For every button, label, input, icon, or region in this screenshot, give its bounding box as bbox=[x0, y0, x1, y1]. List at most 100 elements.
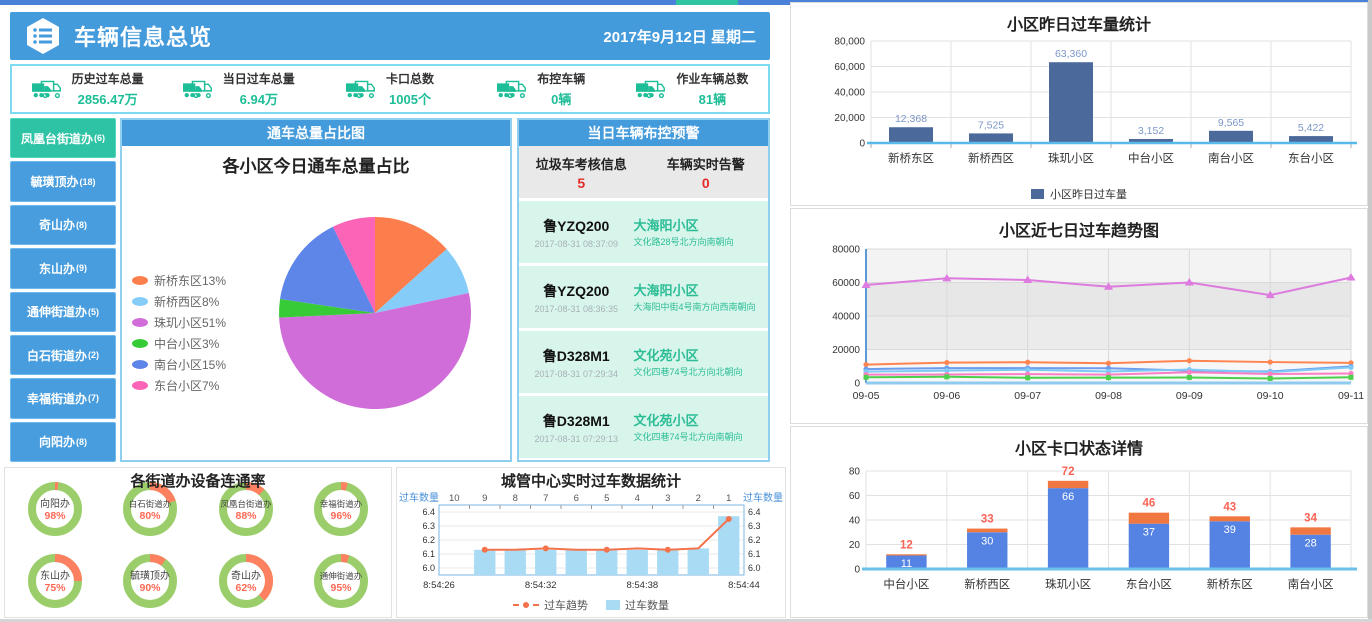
rect-shape bbox=[1129, 513, 1169, 524]
pie-legend-item[interactable]: 南台小区15% bbox=[132, 354, 226, 375]
text-shape: 88% bbox=[235, 510, 257, 522]
text-shape: 0 bbox=[854, 379, 860, 390]
text-shape: 奇山办 bbox=[231, 569, 261, 582]
circle-shape bbox=[55, 94, 59, 98]
donut-grid: 向阳办98%白石街道办80%凤凰台街道办88%幸福街道办96%东山办75%毓璜顶… bbox=[7, 474, 389, 617]
truck-icon bbox=[183, 77, 215, 101]
legend-item-volume[interactable]: 过车数量 bbox=[606, 597, 669, 613]
truck-icon bbox=[32, 77, 64, 101]
sidebar-item-yuhuangding[interactable]: 毓璜顶办(18) bbox=[10, 161, 116, 201]
text-shape: 09-05 bbox=[853, 390, 880, 402]
sidebar-item-label: 白石街道办 bbox=[27, 347, 87, 364]
realtime-alert-summary: 车辆实时告警 0 bbox=[644, 146, 769, 198]
plate-number: 鲁YZQ200 bbox=[543, 281, 609, 301]
pie-legend-item[interactable]: 新桥东区13% bbox=[132, 270, 226, 291]
pie-legend-item[interactable]: 东台小区7% bbox=[132, 375, 226, 396]
sidebar-item-xingfu[interactable]: 幸福街道办(7) bbox=[10, 378, 116, 418]
pie-legend-item[interactable]: 珠玑小区51% bbox=[132, 312, 226, 333]
sidebar-item-xiangyang[interactable]: 向阳办(8) bbox=[10, 422, 116, 462]
alert-list-item[interactable]: 鲁YZQ2002017-08-31 08:36:35 大海阳小区大海阳中街4号南… bbox=[519, 266, 768, 328]
rect-shape bbox=[967, 529, 1007, 533]
sidebar-item-count: (2) bbox=[88, 350, 99, 360]
circle-shape bbox=[196, 93, 200, 97]
text-shape: 向阳办 bbox=[40, 497, 70, 510]
text-shape: 6.0 bbox=[748, 563, 761, 573]
stat-value: 1005个 bbox=[389, 89, 431, 108]
summary-label: 车辆实时告警 bbox=[667, 154, 745, 173]
rect-shape bbox=[497, 83, 509, 91]
rect-shape bbox=[1106, 375, 1111, 380]
stat-today-total: 当日过车总量6.94万 bbox=[163, 66, 314, 112]
text-shape: 09-10 bbox=[1257, 390, 1284, 402]
alerts-panel-header: 当日车辆布控预警 bbox=[519, 120, 768, 146]
legend-marker bbox=[132, 276, 148, 285]
sidebar-item-label: 毓璜顶办 bbox=[30, 173, 78, 190]
legend-label: 小区昨日过车量 bbox=[1050, 186, 1127, 202]
text-shape: 中台小区 bbox=[883, 577, 929, 591]
rect-shape bbox=[944, 374, 949, 379]
bar-legend-icon bbox=[606, 600, 620, 610]
rect-shape bbox=[39, 35, 52, 38]
text-shape: 6.3 bbox=[748, 521, 761, 531]
alert-address: 文化四巷74号北方向南朝向 bbox=[634, 432, 764, 443]
alert-address: 文化四巷74号北方向北朝向 bbox=[634, 367, 764, 378]
rect-shape bbox=[1349, 375, 1354, 380]
text-shape: 80% bbox=[140, 510, 162, 522]
circle-shape bbox=[33, 34, 37, 38]
text-shape: 6.4 bbox=[748, 507, 761, 517]
page-title: 车辆信息总览 bbox=[74, 20, 603, 52]
checkpoint-status-chart: 806040200111230336672374639432834中台小区新桥西… bbox=[791, 459, 1367, 609]
yesterday-volume-chart: 80,00060,00040,00020,000012,3687,52563,3… bbox=[791, 35, 1367, 179]
circle-shape bbox=[39, 93, 43, 97]
device-donut: 毓璜顶办90% bbox=[103, 546, 199, 616]
path-shape bbox=[53, 84, 60, 91]
stat-working-vehicles: 作业车辆总数81辆 bbox=[617, 66, 768, 112]
legend-label: 中台小区3% bbox=[154, 335, 219, 352]
sidebar-item-qishan[interactable]: 奇山办(8) bbox=[10, 205, 116, 245]
rect-shape bbox=[1025, 375, 1030, 380]
summary-value: 5 bbox=[577, 175, 585, 191]
sidebar-item-label: 凤凰台街道办 bbox=[21, 130, 93, 147]
rect-shape bbox=[1187, 375, 1192, 380]
community-name: 大海阳小区 bbox=[634, 280, 764, 299]
path-shape bbox=[658, 84, 665, 91]
checkpoint-status-panel: 小区卡口状态详情 8060402001112303366723746394328… bbox=[790, 426, 1368, 618]
circle-shape bbox=[1187, 358, 1192, 363]
text-shape: 12 bbox=[900, 539, 913, 551]
pie-legend-item[interactable]: 新桥西区8% bbox=[132, 291, 226, 312]
text-shape: 75% bbox=[44, 582, 66, 594]
sidebar-item-dongshan[interactable]: 东山办(9) bbox=[10, 248, 116, 288]
bar-legend-icon bbox=[1031, 189, 1044, 199]
yesterday-legend[interactable]: 小区昨日过车量 bbox=[791, 186, 1367, 202]
circle-shape bbox=[184, 93, 188, 97]
text-shape: 2 bbox=[696, 493, 701, 504]
alert-time: 2017-08-31 08:37:09 bbox=[534, 239, 618, 249]
alert-address: 大海阳中街4号南方向西南朝向 bbox=[634, 302, 764, 313]
device-donut: 东山办75% bbox=[7, 546, 103, 616]
path-shape bbox=[150, 558, 164, 562]
alert-list-item[interactable]: 鲁D328M12017-08-31 07:29:34 文化苑小区文化四巷74号北… bbox=[519, 331, 768, 393]
sidebar-item-baishi[interactable]: 白石街道办(2) bbox=[10, 335, 116, 375]
stat-label: 卡口总数 bbox=[386, 70, 434, 87]
sidebar-item-tongshen[interactable]: 通伸街道办(5) bbox=[10, 292, 116, 332]
text-shape: 09-09 bbox=[1176, 390, 1203, 402]
sidebar-item-label: 东山办 bbox=[39, 260, 75, 277]
text-shape: 5,422 bbox=[1298, 122, 1324, 134]
alert-time: 2017-08-31 07:29:34 bbox=[534, 369, 618, 379]
alert-list-item[interactable]: 鲁YZQ2002017-08-31 08:37:09 大海阳小区文化路28号北方… bbox=[519, 201, 768, 263]
alert-list-item[interactable]: 鲁D328M12017-08-31 07:29:13 文化苑小区文化四巷74号北… bbox=[519, 396, 768, 458]
text-shape: 96% bbox=[331, 510, 353, 522]
text-shape: 3 bbox=[665, 493, 670, 504]
realtime-traffic-panel: 城管中心实时过车数据统计 6.46.46.36.36.26.26.16.16.0… bbox=[396, 467, 786, 618]
text-shape: 过车数量 bbox=[399, 491, 439, 504]
sidebar-item-fenghuangtai[interactable]: 凤凰台街道办(6) bbox=[10, 118, 116, 158]
scrollbar-strip[interactable] bbox=[1368, 0, 1372, 622]
community-name: 文化苑小区 bbox=[634, 345, 764, 364]
legend-item-trend[interactable]: 过车趋势 bbox=[513, 597, 588, 613]
rect-shape bbox=[474, 550, 495, 575]
text-shape: 8:54:26 bbox=[423, 580, 455, 591]
path-shape bbox=[341, 558, 348, 559]
summary-value: 0 bbox=[702, 175, 710, 191]
rect-shape bbox=[688, 548, 709, 575]
pie-legend-item[interactable]: 中台小区3% bbox=[132, 333, 226, 354]
